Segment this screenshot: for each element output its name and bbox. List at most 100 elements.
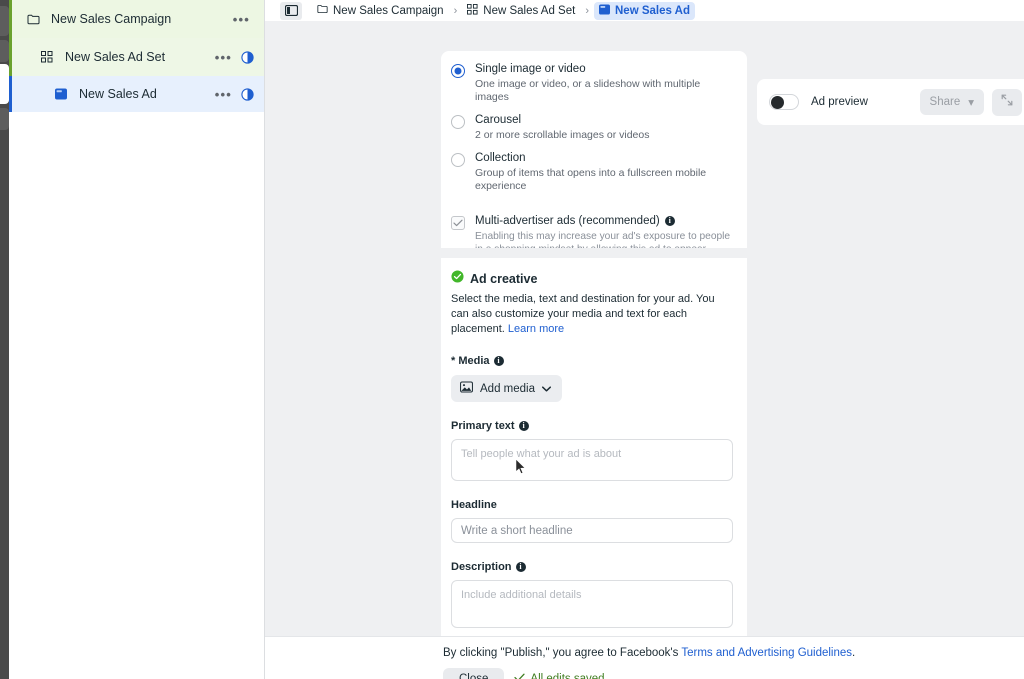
radio-collection[interactable]: Collection Group of items that opens int… [451,146,733,197]
folder-icon [23,14,43,25]
description-label-text: Description [451,561,512,573]
breadcrumb-item-campaign[interactable]: New Sales Campaign [312,2,449,19]
card-gap [441,248,747,258]
ad-creative-title: Ad creative [470,272,538,286]
check-icon [514,673,526,679]
expand-preview-button[interactable] [992,88,1022,116]
share-button-label: Share [929,96,961,108]
folder-icon [317,4,328,17]
image-icon [460,381,473,396]
breadcrumb-label: New Sales Campaign [333,4,444,17]
footer-actions: Close All edits saved [443,668,605,679]
multi-advertiser-label-row: Multi-advertiser ads (recommended) i [475,215,733,227]
browser-tab[interactable] [0,40,9,62]
toggle-knob [771,96,784,109]
radio-icon[interactable] [451,153,465,167]
adset-grid-icon [467,3,478,18]
ad-preview-panel: Ad preview Share ▾ [757,21,1024,679]
radio-carousel[interactable]: Carousel 2 or more scrollable images or … [451,108,733,146]
info-icon[interactable]: i [493,356,504,366]
ad-editor-workarea: Single image or video One image or video… [265,21,1024,679]
multi-advertiser-label: Multi-advertiser ads (recommended) [475,215,660,227]
primary-text-placeholder: Tell people what your ad is about [461,448,622,460]
ad-square-icon [599,3,610,18]
browser-tab-strip [0,0,9,679]
ad-creative-description-text: Select the media, text and destination f… [451,293,715,335]
contrast-toggle-icon[interactable] [238,87,256,101]
radio-icon[interactable] [451,115,465,129]
sidebar-item-adset[interactable]: New Sales Ad Set ••• [9,38,264,76]
radio-single-image-or-video[interactable]: Single image or video One image or video… [451,57,733,108]
breadcrumb: New Sales Campaign › New Sales Ad Set › [312,1,695,20]
panel-layout-icon[interactable] [280,1,302,20]
browser-tab-active[interactable] [0,64,9,104]
headline-label-text: Headline [451,499,497,511]
expand-icon [1001,93,1013,111]
ad-preview-toggle[interactable] [769,94,799,110]
breadcrumb-separator: › [453,4,458,17]
editor-left-gutter [265,21,441,679]
sidebar-item-ad[interactable]: New Sales Ad ••• [9,76,264,112]
info-icon[interactable]: i [515,562,526,572]
ads-manager-window: New Sales Campaign ••• New Sales Ad Set … [0,0,1024,679]
radio-label: Collection [475,152,526,164]
add-media-button[interactable]: Add media [451,375,562,402]
checkbox-icon-checked[interactable] [451,216,465,230]
primary-text-input[interactable]: Tell people what your ad is about [451,439,733,481]
ad-format-options: Single image or video One image or video… [441,51,747,207]
media-label: * Media i [451,355,733,367]
share-button[interactable]: Share ▾ [919,89,984,115]
status-badge: All edits saved [514,673,605,679]
headline-label: Headline [451,499,733,511]
contrast-toggle-icon[interactable] [238,50,256,64]
browser-tab[interactable] [0,6,9,36]
breadcrumb-item-adset[interactable]: New Sales Ad Set [462,2,580,20]
row-menu-button[interactable]: ••• [209,87,238,102]
radio-label: Carousel [475,114,522,126]
browser-tab[interactable] [0,108,9,130]
radio-description: One image or video, or a slideshow with … [475,78,701,103]
breadcrumb-item-ad[interactable]: New Sales Ad [594,1,695,20]
row-menu-button[interactable]: ••• [227,12,256,27]
radio-description: 2 or more scrollable images or videos [475,129,650,141]
adset-grid-icon [37,51,57,63]
mouse-cursor [515,457,527,481]
radio-description: Group of items that opens into a fullscr… [475,167,707,192]
sidebar-item-label: New Sales Campaign [51,12,172,26]
radio-icon-selected[interactable] [451,64,465,78]
ad-creative-card: Ad creative Select the media, text and d… [441,258,747,658]
chevron-down-icon [541,383,551,395]
info-icon[interactable]: i [518,421,529,431]
headline-input[interactable]: Write a short headline [451,518,733,543]
headline-placeholder: Write a short headline [461,524,573,537]
learn-more-link[interactable]: Learn more [508,323,564,335]
sidebar-item-label: New Sales Ad [79,87,157,101]
saved-label: All edits saved [530,673,605,679]
ad-creative-header: Ad creative [451,270,733,288]
editor-footer: By clicking "Publish," you agree to Face… [265,636,1024,679]
publish-terms-note: By clicking "Publish," you agree to Face… [443,647,855,659]
ad-preview-header: Ad preview Share ▾ [757,79,1024,125]
row-menu-button[interactable]: ••• [209,50,238,65]
close-button[interactable]: Close [443,668,505,679]
publish-terms-suffix: . [852,647,856,659]
primary-text-label-text: Primary text [451,420,515,432]
selection-indicator [9,0,12,38]
ad-preview-label: Ad preview [811,96,868,108]
sidebar-item-label: New Sales Ad Set [65,50,166,64]
terms-and-guidelines-link[interactable]: Terms and Advertising Guidelines [681,647,852,659]
description-input[interactable]: Include additional details [451,580,733,628]
campaign-tree-sidebar: New Sales Campaign ••• New Sales Ad Set … [9,0,265,679]
top-breadcrumb-bar: New Sales Campaign › New Sales Ad Set › [265,0,1024,21]
sidebar-item-campaign[interactable]: New Sales Campaign ••• [9,0,264,38]
info-icon[interactable]: i [664,216,675,226]
selection-indicator [9,38,12,76]
breadcrumb-separator: › [585,4,589,17]
description-label: Description i [451,561,733,573]
primary-text-label: Primary text i [451,420,733,432]
description-placeholder: Include additional details [461,589,582,601]
publish-terms-prefix: By clicking "Publish," you agree to Face… [443,647,682,659]
breadcrumb-label: New Sales Ad [615,4,690,17]
ad-creative-section: Ad creative Select the media, text and d… [441,258,747,658]
ad-creative-description: Select the media, text and destination f… [451,292,733,337]
